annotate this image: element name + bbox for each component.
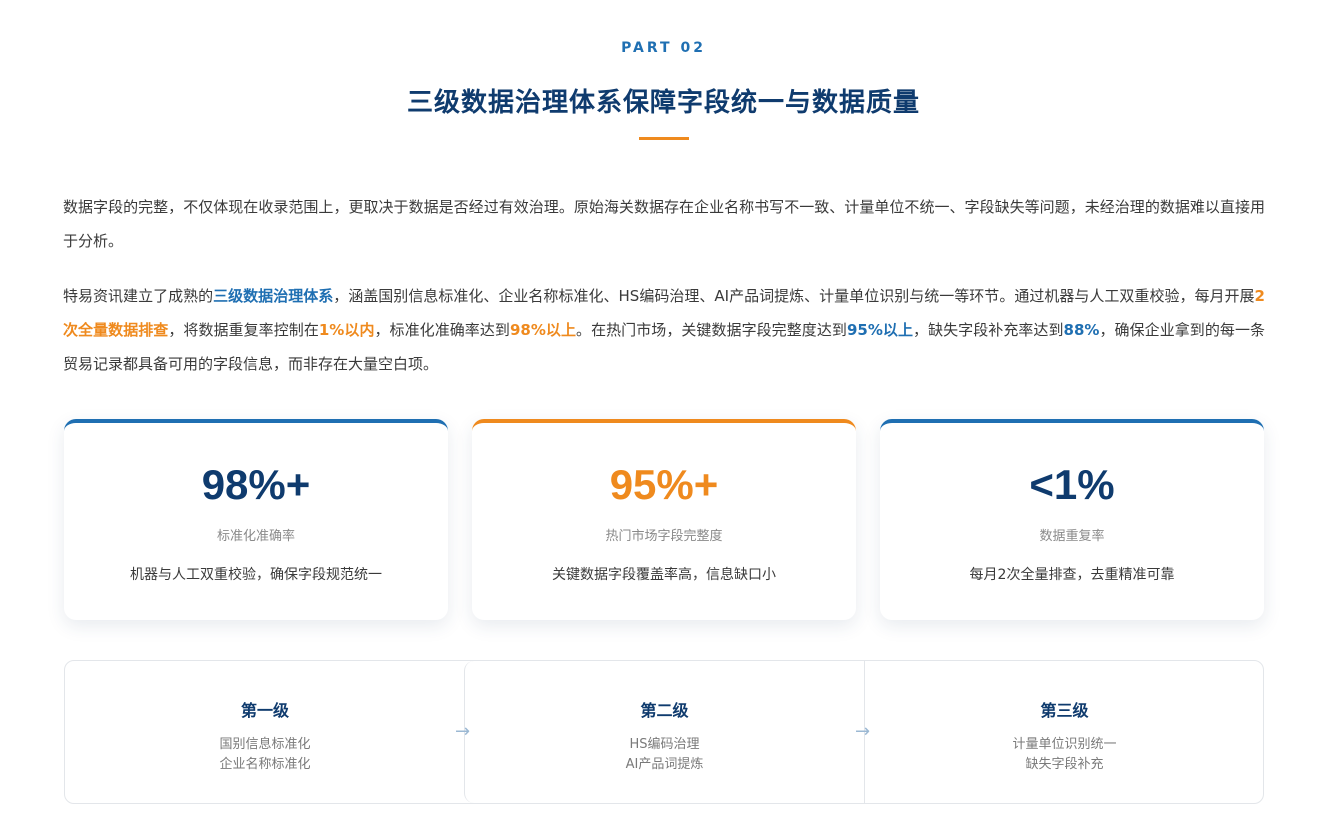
highlight-accuracy: 98%以上 (509, 321, 577, 339)
level-name: 第三级 (1040, 701, 1089, 720)
level-name: 第二级 (640, 701, 689, 720)
stat-value: 98%+ (201, 461, 311, 508)
arrow-right-icon: → (855, 721, 871, 742)
text-segment: ，标准化准确率达到 (374, 321, 510, 339)
stat-description: 关键数据字段覆盖率高，信息缺口小 (552, 567, 776, 583)
stat-value: 95%+ (609, 461, 719, 508)
text-segment: ，涵盖国别信息标准化、企业名称标准化、HS编码治理、AI产品词提炼、计量单位识别… (333, 287, 1255, 305)
page-title: 三级数据治理体系保障字段统一与数据质量 (406, 88, 920, 118)
level-item: AI产品词提炼 (625, 757, 704, 772)
level-card-2: 第二级 HS编码治理 AI产品词提炼 (464, 661, 864, 803)
text-segment: ，将数据重复率控制在 (168, 321, 319, 339)
highlight-fill-rate: 88% (1063, 321, 1100, 339)
level-item: 国别信息标准化 (219, 737, 311, 752)
governance-levels: 第一级 国别信息标准化 企业名称标准化 第二级 HS编码治理 AI产品词提炼 第… (64, 660, 1264, 804)
stat-card-completeness: 95%+ 热门市场字段完整度 关键数据字段覆盖率高，信息缺口小 (472, 419, 856, 620)
level-item: 计量单位识别统一 (1012, 737, 1117, 752)
level-item: 企业名称标准化 (219, 757, 311, 772)
stat-value: <1% (1029, 461, 1115, 508)
highlight-system: 三级数据治理体系 (213, 287, 334, 305)
stat-card-duplicate-rate: <1% 数据重复率 每月2次全量排查，去重精准可靠 (880, 419, 1264, 620)
level-card-1: 第一级 国别信息标准化 企业名称标准化 (65, 661, 465, 803)
level-card-3: 第三级 计量单位识别统一 缺失字段补充 (864, 661, 1264, 803)
text-segment: 。在热门市场，关键数据字段完整度达到 (576, 321, 847, 339)
text-segment: ，缺失字段补充率达到 (913, 321, 1064, 339)
stat-label: 热门市场字段完整度 (605, 529, 723, 544)
stat-card-accuracy: 98%+ 标准化准确率 机器与人工双重校验，确保字段规范统一 (64, 419, 448, 620)
governance-paragraph: 特易资讯建立了成熟的三级数据治理体系，涵盖国别信息标准化、企业名称标准化、HS编… (63, 279, 1265, 381)
text-segment: 特易资讯建立了成熟的 (63, 287, 214, 305)
highlight-duplicate-rate: 1%以内 (318, 321, 375, 339)
stat-label: 数据重复率 (1039, 529, 1105, 544)
title-underline (639, 137, 689, 140)
level-item: HS编码治理 (629, 737, 700, 752)
level-name: 第一级 (240, 701, 289, 720)
stat-label: 标准化准确率 (216, 529, 295, 544)
stats-row: 98%+ 标准化准确率 机器与人工双重校验，确保字段规范统一 95%+ 热门市场… (64, 419, 1264, 620)
highlight-completeness: 95%以上 (846, 321, 914, 339)
intro-paragraph: 数据字段的完整，不仅体现在收录范围上，更取决于数据是否经过有效治理。原始海关数据… (63, 198, 1265, 250)
stat-description: 机器与人工双重校验，确保字段规范统一 (130, 567, 382, 583)
stat-description: 每月2次全量排查，去重精准可靠 (969, 567, 1175, 583)
page: PART 02 三级数据治理体系保障字段统一与数据质量 数据字段的完整，不仅体现… (0, 0, 1327, 838)
section-eyebrow: PART 02 (621, 40, 706, 56)
arrow-right-icon: → (455, 721, 471, 742)
level-item: 缺失字段补充 (1025, 757, 1104, 772)
